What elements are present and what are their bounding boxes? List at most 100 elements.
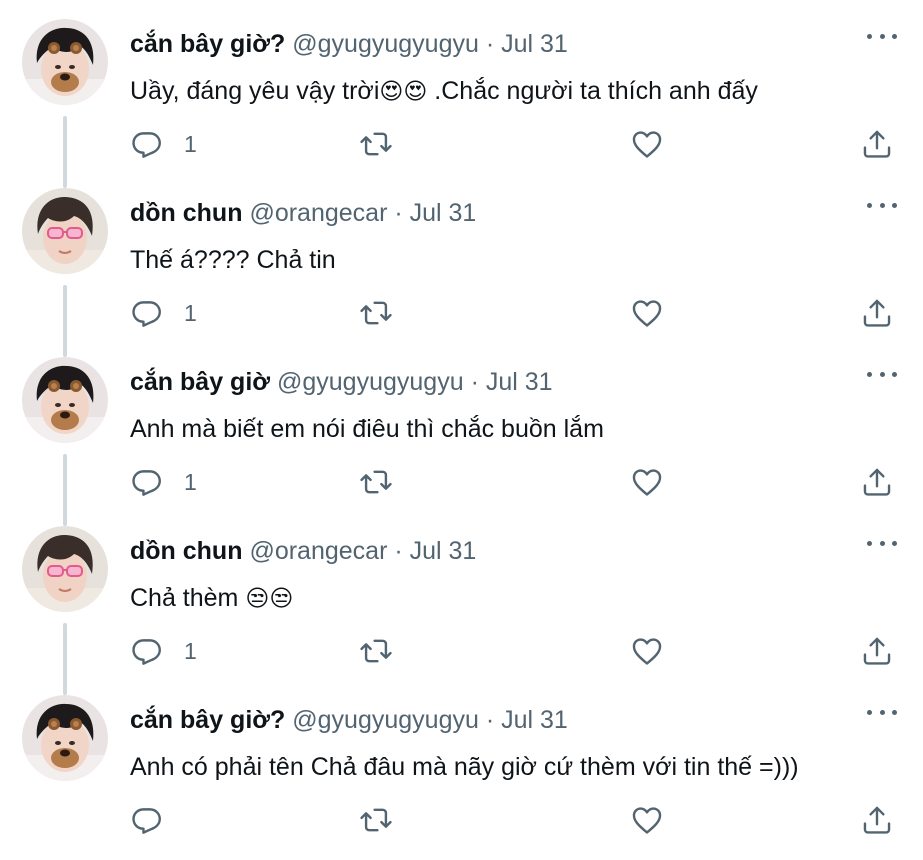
tweet-date[interactable]: Jul 31	[501, 30, 568, 58]
share-button[interactable]	[860, 462, 894, 502]
more-icon[interactable]	[867, 364, 897, 384]
share-icon	[863, 806, 891, 834]
like-icon	[632, 638, 662, 665]
tweet-5[interactable]: cắn bây giờ? @gyugyugyugyu · Jul 31 Anh …	[0, 676, 923, 845]
bear-filter-avatar[interactable]	[22, 19, 108, 105]
like-button[interactable]	[630, 462, 664, 502]
retweet-icon	[360, 639, 392, 663]
tweet-actions: 1	[130, 293, 895, 333]
reply-count: 1	[184, 637, 197, 664]
tweet-actions	[130, 800, 895, 840]
display-name[interactable]: cắn bây giờ	[130, 368, 270, 396]
retweet-button[interactable]	[358, 124, 394, 164]
bear-filter-avatar-image	[22, 695, 108, 781]
user-handle[interactable]: @gyugyugyugyu	[292, 706, 479, 734]
tweet-text-body: Anh có phải tên Chả đâu mà nãy giờ cứ th…	[130, 753, 799, 781]
pink-glasses-avatar[interactable]	[22, 188, 108, 274]
tweet-emoji: 😒😒	[245, 586, 294, 612]
tweet-text-after: .Chắc người ta thích anh đấy	[427, 77, 758, 105]
user-handle[interactable]: @gyugyugyugyu	[292, 30, 479, 58]
tweet-actions: 1	[130, 631, 895, 671]
tweet-text-body: Uầy, đáng yêu vậy trời	[130, 77, 380, 105]
reply-button[interactable]	[130, 800, 164, 840]
tweet-header: cắn bây giờ @gyugyugyugyu · Jul 31	[130, 366, 553, 398]
display-name[interactable]: cắn bây giờ?	[130, 30, 285, 58]
display-name[interactable]: cắn bây giờ?	[130, 706, 285, 734]
share-button[interactable]	[860, 124, 894, 164]
tweet-date[interactable]: Jul 31	[410, 199, 477, 227]
retweet-button[interactable]	[358, 631, 394, 671]
reply-button[interactable]: 1	[130, 293, 197, 333]
tweet-header: cắn bây giờ? @gyugyugyugyu · Jul 31	[130, 704, 568, 736]
retweet-icon	[360, 301, 392, 325]
tweet-1[interactable]: cắn bây giờ? @gyugyugyugyu · Jul 31 Uầy,…	[0, 0, 923, 169]
reply-button[interactable]: 1	[130, 124, 197, 164]
pink-glasses-avatar-image	[22, 526, 108, 612]
display-name[interactable]: dồn chun	[130, 199, 242, 227]
tweet-text: Uầy, đáng yêu vậy trời😍😍 .Chắc người ta …	[130, 74, 758, 109]
like-icon	[632, 469, 662, 496]
retweet-icon	[360, 132, 392, 156]
separator-dot: ·	[394, 537, 403, 565]
tweet-date[interactable]: Jul 31	[410, 537, 477, 565]
tweet-date[interactable]: Jul 31	[486, 368, 553, 396]
tweet-header: dồn chun @orangecar · Jul 31	[130, 535, 476, 567]
share-icon	[863, 299, 891, 327]
reply-button[interactable]: 1	[130, 631, 197, 671]
display-name[interactable]: dồn chun	[130, 537, 242, 565]
share-button[interactable]	[860, 631, 894, 671]
tweet-2[interactable]: dồn chun @orangecar · Jul 31 Thế á???? C…	[0, 169, 923, 338]
retweet-button[interactable]	[358, 462, 394, 502]
pink-glasses-avatar[interactable]	[22, 526, 108, 612]
separator-dot: ·	[485, 706, 495, 734]
avatar-column	[22, 188, 108, 274]
retweet-icon	[360, 470, 392, 494]
bear-filter-avatar[interactable]	[22, 695, 108, 781]
user-handle[interactable]: @gyugyugyugyu	[277, 368, 464, 396]
avatar-column	[22, 695, 108, 781]
bear-filter-avatar-image	[22, 19, 108, 105]
like-button[interactable]	[630, 293, 664, 333]
tweet-actions: 1	[130, 124, 895, 164]
separator-dot: ·	[485, 30, 495, 58]
avatar-column	[22, 526, 108, 612]
share-button[interactable]	[860, 800, 894, 840]
more-icon[interactable]	[867, 26, 897, 46]
tweet-3[interactable]: cắn bây giờ @gyugyugyugyu · Jul 31 Anh m…	[0, 338, 923, 507]
reply-icon	[132, 639, 161, 665]
avatar-column	[22, 19, 108, 105]
like-button[interactable]	[630, 631, 664, 671]
more-icon[interactable]	[867, 533, 897, 553]
reply-icon	[132, 132, 161, 158]
reply-count: 1	[184, 468, 197, 495]
retweet-button[interactable]	[358, 293, 394, 333]
like-icon	[632, 300, 662, 327]
conversation-thread: cắn bây giờ? @gyugyugyugyu · Jul 31 Uầy,…	[0, 0, 923, 860]
share-button[interactable]	[860, 293, 894, 333]
reply-count: 1	[184, 299, 197, 326]
separator-dot: ·	[470, 368, 479, 396]
tweet-4[interactable]: dồn chun @orangecar · Jul 31 Chả thèm 😒😒…	[0, 507, 923, 676]
tweet-date[interactable]: Jul 31	[501, 706, 568, 734]
pink-glasses-avatar-image	[22, 188, 108, 274]
bear-filter-avatar-image	[22, 357, 108, 443]
like-button[interactable]	[630, 124, 664, 164]
more-icon[interactable]	[867, 195, 897, 215]
user-handle[interactable]: @orangecar	[249, 537, 387, 565]
reply-icon	[132, 470, 161, 496]
tweet-text: Anh mà biết em nói điêu thì chắc buồn lắ…	[130, 412, 604, 447]
user-handle[interactable]: @orangecar	[249, 199, 387, 227]
reply-icon	[132, 808, 161, 834]
tweet-text-body: Thế á???? Chả tin	[130, 246, 336, 274]
reply-icon	[132, 301, 161, 327]
tweet-text-body: Chả thèm	[130, 584, 246, 612]
separator-dot: ·	[394, 199, 403, 227]
like-icon	[632, 131, 662, 158]
share-icon	[863, 468, 891, 496]
reply-button[interactable]: 1	[130, 462, 197, 502]
retweet-button[interactable]	[358, 800, 394, 840]
share-icon	[863, 130, 891, 158]
bear-filter-avatar[interactable]	[22, 357, 108, 443]
more-icon[interactable]	[867, 702, 897, 722]
like-button[interactable]	[630, 800, 664, 840]
